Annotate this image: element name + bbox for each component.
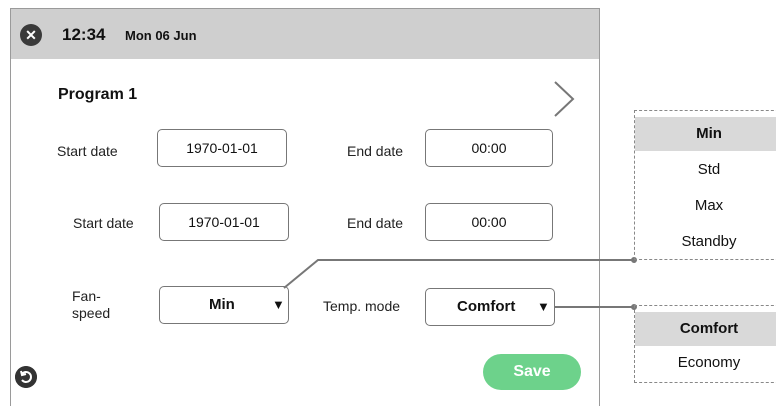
fan-option-max[interactable]: Max <box>635 189 776 223</box>
temp-option-comfort[interactable]: Comfort <box>635 312 776 346</box>
temp-mode-options: Comfort Economy <box>634 305 776 383</box>
temp-option-economy[interactable]: Economy <box>635 346 776 380</box>
fan-speed-options: Min Std Max Standby <box>634 110 776 260</box>
fan-option-min[interactable]: Min <box>635 117 776 151</box>
fan-option-std[interactable]: Std <box>635 153 776 187</box>
fan-option-standby[interactable]: Standby <box>635 225 776 259</box>
